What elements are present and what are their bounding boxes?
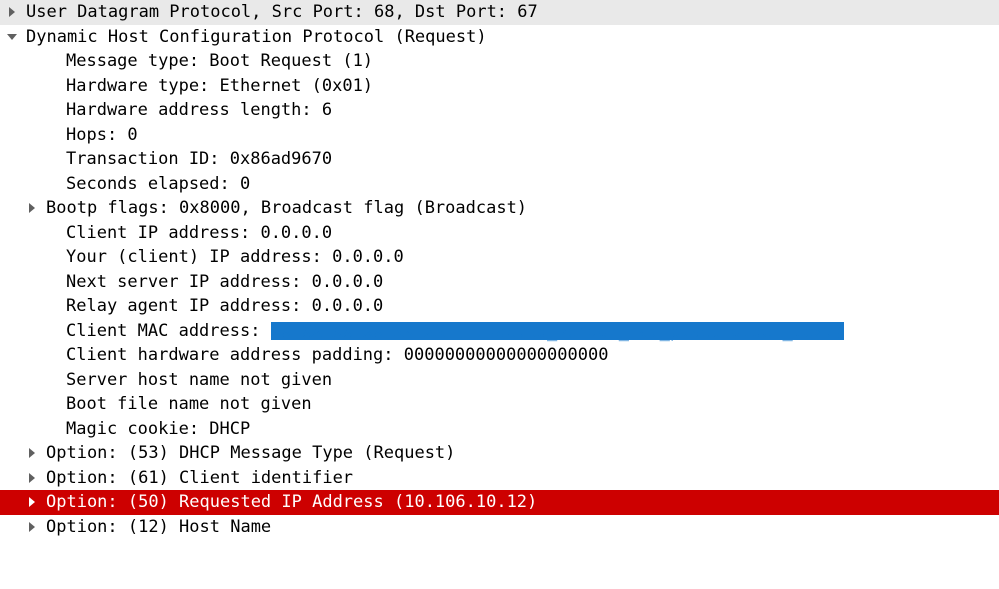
chevron-right-icon[interactable] [0, 203, 40, 213]
tree-item-hw-addr-len[interactable]: Hardware address length: 6 [0, 98, 999, 123]
tree-item-file[interactable]: Boot file name not given [0, 392, 999, 417]
hops-label: Hops: 0 [60, 125, 138, 145]
option-53-label: Option: (53) DHCP Message Type (Request) [40, 443, 455, 463]
tree-item-chaddr-padding[interactable]: Client hardware address padding: 0000000… [0, 343, 999, 368]
chaddr-prefix-label: Client MAC address: [66, 321, 271, 341]
yiaddr-label: Your (client) IP address: 0.0.0.0 [60, 247, 404, 267]
tree-item-option-61[interactable]: Option: (61) Client identifier [0, 466, 999, 491]
tree-item-yiaddr[interactable]: Your (client) IP address: 0.0.0.0 [0, 245, 999, 270]
tree-item-secs[interactable]: Seconds elapsed: 0 [0, 172, 999, 197]
siaddr-label: Next server IP address: 0.0.0.0 [60, 272, 383, 292]
chevron-right-icon[interactable] [0, 7, 20, 17]
tree-item-chaddr[interactable]: Client MAC address: XX:XX:XX:XX:XX:XX (r… [0, 319, 999, 344]
chevron-right-icon[interactable] [0, 473, 40, 483]
chevron-right-icon[interactable] [0, 522, 40, 532]
tree-item-ciaddr[interactable]: Client IP address: 0.0.0.0 [0, 221, 999, 246]
chevron-down-icon[interactable] [0, 32, 20, 42]
udp-summary-label: User Datagram Protocol, Src Port: 68, Ds… [20, 2, 538, 22]
tree-item-msg-type[interactable]: Message type: Boot Request (1) [0, 49, 999, 74]
tree-item-option-12[interactable]: Option: (12) Host Name [0, 515, 999, 540]
chaddr-padding-label: Client hardware address padding: 0000000… [60, 345, 608, 365]
chevron-right-icon[interactable] [0, 448, 40, 458]
msg-type-label: Message type: Boot Request (1) [60, 51, 373, 71]
secs-label: Seconds elapsed: 0 [60, 174, 250, 194]
sname-label: Server host name not given [60, 370, 332, 390]
file-label: Boot file name not given [60, 394, 312, 414]
tree-item-siaddr[interactable]: Next server IP address: 0.0.0.0 [0, 270, 999, 295]
tree-item-hw-type[interactable]: Hardware type: Ethernet (0x01) [0, 74, 999, 99]
txid-label: Transaction ID: 0x86ad9670 [60, 149, 332, 169]
redacted-mac-highlight: XX:XX:XX:XX:XX:XX (redacted_vendor_mac_p… [271, 322, 844, 340]
tree-item-txid[interactable]: Transaction ID: 0x86ad9670 [0, 147, 999, 172]
ciaddr-label: Client IP address: 0.0.0.0 [60, 223, 332, 243]
giaddr-label: Relay agent IP address: 0.0.0.0 [60, 296, 383, 316]
bootp-flags-label: Bootp flags: 0x8000, Broadcast flag (Bro… [40, 198, 527, 218]
dhcp-summary-label: Dynamic Host Configuration Protocol (Req… [20, 27, 487, 47]
option-12-label: Option: (12) Host Name [40, 517, 271, 537]
tree-item-option-53[interactable]: Option: (53) DHCP Message Type (Request) [0, 441, 999, 466]
tree-item-dhcp[interactable]: Dynamic Host Configuration Protocol (Req… [0, 25, 999, 50]
tree-item-udp[interactable]: User Datagram Protocol, Src Port: 68, Ds… [0, 0, 999, 25]
option-61-label: Option: (61) Client identifier [40, 468, 353, 488]
tree-item-magic-cookie[interactable]: Magic cookie: DHCP [0, 417, 999, 442]
packet-details-pane[interactable]: User Datagram Protocol, Src Port: 68, Ds… [0, 0, 999, 539]
chevron-right-icon[interactable] [0, 497, 40, 507]
tree-item-sname[interactable]: Server host name not given [0, 368, 999, 393]
tree-item-option-50[interactable]: Option: (50) Requested IP Address (10.10… [0, 490, 999, 515]
tree-item-hops[interactable]: Hops: 0 [0, 123, 999, 148]
tree-item-bootp-flags[interactable]: Bootp flags: 0x8000, Broadcast flag (Bro… [0, 196, 999, 221]
hw-addr-len-label: Hardware address length: 6 [60, 100, 332, 120]
option-50-label: Option: (50) Requested IP Address (10.10… [40, 492, 537, 512]
tree-item-giaddr[interactable]: Relay agent IP address: 0.0.0.0 [0, 294, 999, 319]
magic-cookie-label: Magic cookie: DHCP [60, 419, 250, 439]
chaddr-label: Client MAC address: XX:XX:XX:XX:XX:XX (r… [60, 321, 844, 341]
hw-type-label: Hardware type: Ethernet (0x01) [60, 76, 373, 96]
